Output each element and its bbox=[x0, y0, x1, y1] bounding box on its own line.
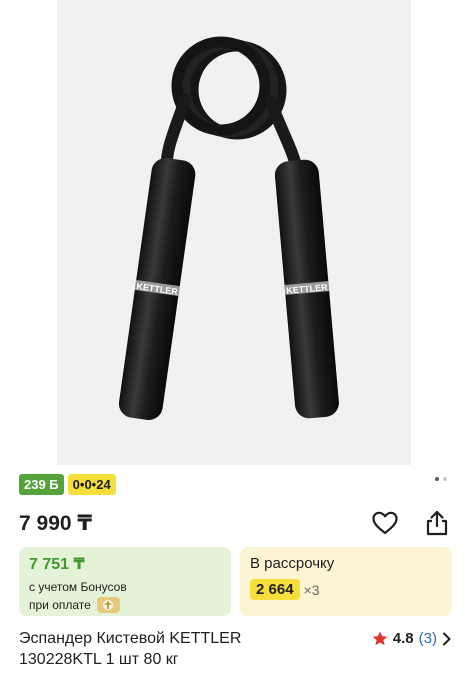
installment-badge: 0•0•24 bbox=[67, 474, 116, 495]
bonus-price-card[interactable]: 7 751 ₸ с учетом Бонусов при оплате bbox=[19, 547, 231, 616]
rating-value: 4.8 bbox=[392, 630, 414, 647]
product-title-row: Эспандер Кистевой KETTLER 130228KTL 1 шт… bbox=[19, 628, 452, 670]
carousel-indicator bbox=[435, 477, 447, 481]
favorite-button[interactable] bbox=[370, 508, 400, 538]
rating-link[interactable]: 4.8 (3) bbox=[372, 628, 452, 649]
payment-cards: 7 751 ₸ с учетом Бонусов при оплате В ра… bbox=[19, 547, 452, 616]
heart-icon bbox=[372, 511, 398, 535]
installment-amount: 2 664 bbox=[250, 579, 300, 600]
share-icon bbox=[426, 510, 448, 536]
installment-card[interactable]: В рассрочку 2 664 ×3 bbox=[240, 547, 452, 616]
product-image-gallery[interactable]: KETTLER KETTLER bbox=[0, 0, 471, 465]
product-title: Эспандер Кистевой KETTLER 130228KTL 1 шт… bbox=[19, 630, 242, 668]
reviews-count[interactable]: (3) bbox=[419, 630, 437, 647]
bonus-note: с учетом Бонусов bbox=[29, 580, 127, 594]
pay-method-row: при оплате bbox=[29, 596, 221, 614]
bonus-price: 7 751 ₸ bbox=[29, 556, 85, 573]
price-row: 7 990 ₸ bbox=[19, 507, 452, 539]
chevron-right-icon bbox=[443, 632, 451, 645]
product-price: 7 990 ₸ bbox=[19, 511, 92, 535]
product-image[interactable]: KETTLER KETTLER bbox=[57, 0, 411, 465]
promo-badges: 239 Б 0•0•24 bbox=[19, 474, 116, 495]
hand-gripper-illustration: KETTLER KETTLER bbox=[118, 36, 339, 420]
carousel-dot-active[interactable] bbox=[435, 477, 439, 481]
card-chip-icon bbox=[96, 597, 120, 613]
installment-times: ×3 bbox=[303, 581, 320, 598]
installment-title: В рассрочку bbox=[250, 555, 335, 572]
bonus-badge: 239 Б bbox=[19, 474, 64, 495]
pay-label: при оплате bbox=[29, 598, 91, 612]
star-icon bbox=[372, 631, 388, 646]
carousel-dot[interactable] bbox=[443, 477, 447, 481]
share-button[interactable] bbox=[422, 508, 452, 538]
